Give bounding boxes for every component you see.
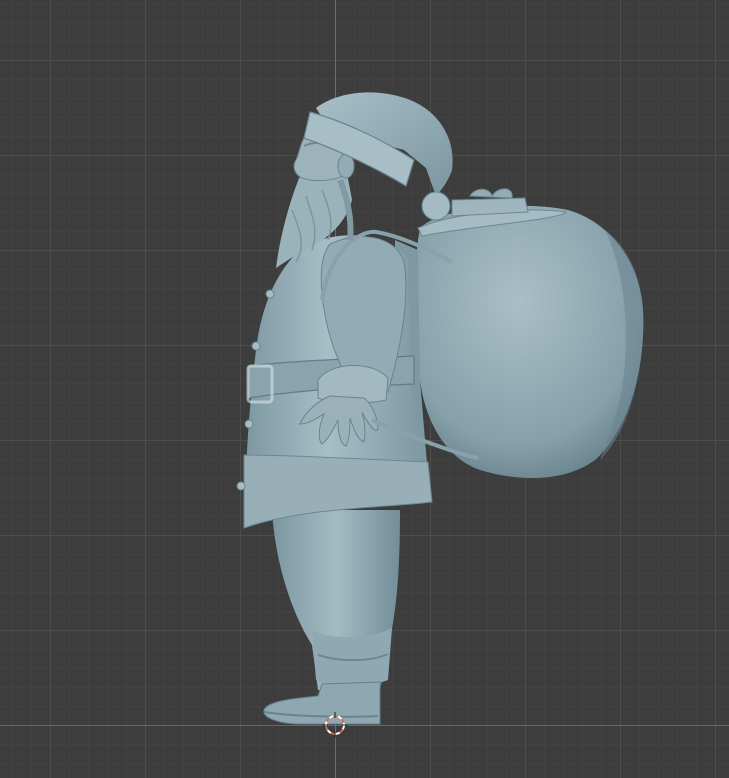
- sack: [415, 188, 644, 479]
- 3d-cursor-icon[interactable]: [322, 712, 348, 738]
- 3d-viewport[interactable]: [0, 0, 729, 778]
- santa-claus-sculpt-icon[interactable]: [0, 0, 729, 778]
- legs: [272, 510, 400, 690]
